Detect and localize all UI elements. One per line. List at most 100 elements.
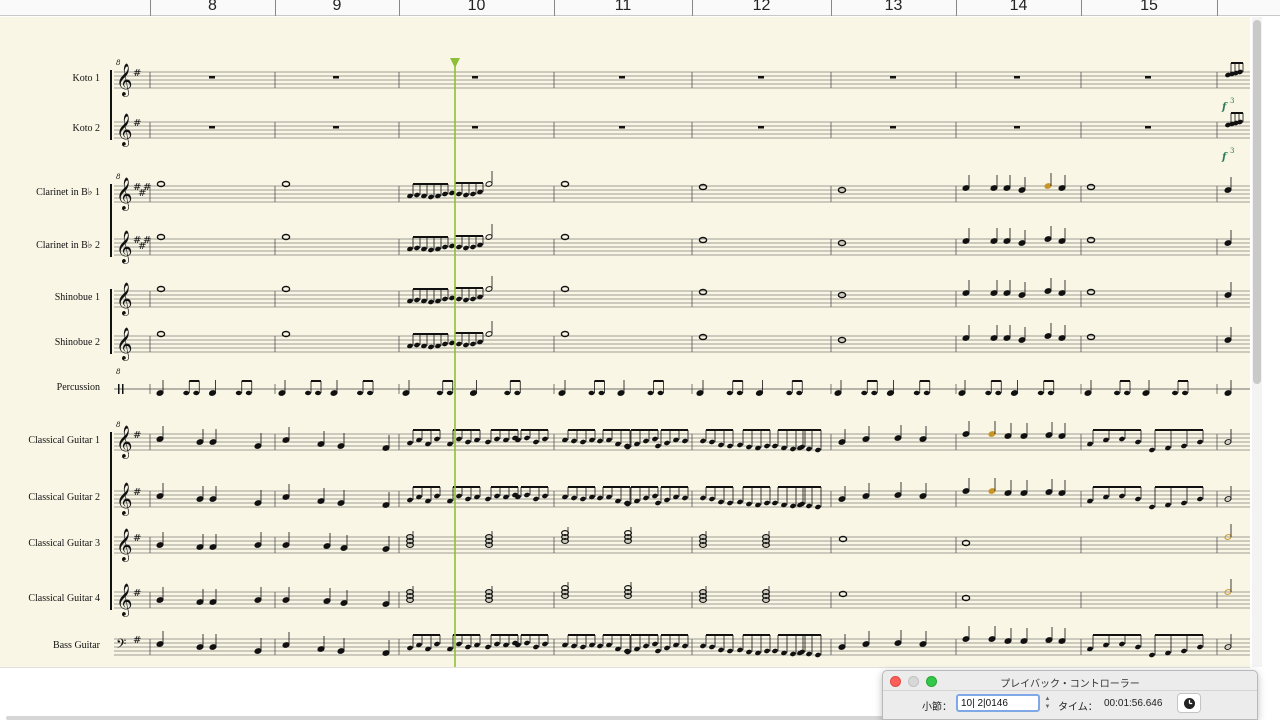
note-head bbox=[524, 492, 530, 498]
clock-button[interactable] bbox=[1177, 693, 1201, 713]
playback-controller-window[interactable]: プレイバック・コントローラー 小節： ▲▼ タイム： 00:01:56.646 bbox=[882, 670, 1258, 720]
whole-note bbox=[698, 288, 708, 296]
ruler-measure-number[interactable]: 12 bbox=[753, 0, 771, 15]
note-head bbox=[183, 390, 190, 396]
measure-ruler[interactable]: 8 9 10 11 12 13 14 15 bbox=[0, 0, 1280, 16]
note-head bbox=[470, 244, 476, 250]
note-head bbox=[1119, 493, 1125, 499]
staff-name-label: Shinobue 1 bbox=[54, 292, 100, 303]
vertical-scrollbar[interactable] bbox=[1252, 17, 1262, 667]
note-head bbox=[442, 244, 448, 250]
note-head bbox=[764, 648, 770, 654]
note-head bbox=[700, 438, 706, 444]
sharp-icon: # bbox=[133, 635, 141, 646]
note-head bbox=[494, 436, 500, 442]
measure-stepper[interactable]: ▲ ▼ bbox=[1043, 695, 1052, 712]
note-head bbox=[652, 641, 658, 647]
staff-name-label: Clarinet in B♭ 2 bbox=[36, 240, 100, 251]
note-head bbox=[664, 645, 670, 651]
whole-rest bbox=[333, 126, 339, 129]
time-label: タイム： bbox=[1058, 702, 1098, 713]
note-head bbox=[456, 341, 462, 347]
note-head bbox=[1197, 496, 1203, 502]
ruler-measure-number[interactable]: 11 bbox=[615, 0, 632, 15]
note-head bbox=[597, 643, 603, 649]
note-head bbox=[643, 643, 649, 649]
note-head bbox=[806, 651, 812, 657]
dynamic-mark: f bbox=[1221, 102, 1228, 113]
sharp-icon: # bbox=[133, 118, 141, 129]
horizontal-scroll-thumb[interactable] bbox=[6, 716, 906, 720]
note-head bbox=[655, 648, 661, 654]
whole-note bbox=[1086, 183, 1096, 191]
sharp-icon: # bbox=[133, 533, 141, 544]
note-head bbox=[542, 641, 548, 647]
note-head bbox=[737, 442, 743, 448]
note-head bbox=[571, 438, 577, 444]
note-head bbox=[1047, 390, 1054, 396]
note-head bbox=[463, 192, 469, 198]
tuplet-mark: 3 bbox=[1230, 97, 1234, 105]
staff-name-label: Koto 1 bbox=[72, 73, 101, 84]
whole-note bbox=[698, 236, 708, 244]
whole-note bbox=[698, 183, 708, 191]
note-head bbox=[1149, 447, 1155, 453]
note-head bbox=[542, 436, 548, 442]
note-head bbox=[588, 390, 595, 396]
staff-name-label: Classical Guitar 3 bbox=[28, 538, 100, 549]
note-head bbox=[494, 641, 500, 647]
ruler-measure-number[interactable]: 15 bbox=[1140, 0, 1158, 15]
ruler-tick bbox=[831, 0, 832, 16]
note-head bbox=[1119, 436, 1125, 442]
ruler-tick bbox=[150, 0, 151, 16]
panel-title: プレイバック・コントローラー bbox=[1000, 679, 1140, 690]
note-head bbox=[428, 247, 434, 253]
note-head bbox=[786, 390, 793, 396]
ruler-measure-number[interactable]: 10 bbox=[468, 0, 486, 15]
note-head bbox=[305, 390, 311, 396]
note-head bbox=[598, 390, 605, 396]
treble-clef-icon: 𝄞 bbox=[116, 583, 133, 617]
note-head bbox=[485, 496, 491, 502]
staff-name-label: Bass Guitar bbox=[53, 640, 100, 651]
note-head bbox=[1119, 641, 1125, 647]
note-head bbox=[772, 648, 778, 654]
note-head bbox=[682, 495, 688, 501]
note-head bbox=[790, 503, 796, 509]
note-head bbox=[428, 344, 434, 350]
octave-mark: 8 bbox=[116, 173, 121, 181]
score-page[interactable]: 𝄞 # 𝄞 # 𝄞 # # # 𝄞 # # # 𝄞 𝄞 𝄞 # 𝄞 # 𝄞 # 𝄞 # 𝄢 #8 8 8 8 f 3 f 3 Koto 1K… bbox=[0, 17, 1250, 667]
treble-clef-icon: 𝄞 bbox=[116, 327, 133, 361]
clock-icon bbox=[1184, 698, 1195, 709]
note-head bbox=[442, 296, 448, 302]
note-head bbox=[746, 501, 752, 507]
score-canvas[interactable]: 𝄞 #𝄞 #𝄞 ###𝄞 ###𝄞𝄞𝄞 #𝄞 #𝄞 #𝄞 #𝄢 #8888f3f3 bbox=[0, 17, 1250, 667]
treble-clef-icon: 𝄞 bbox=[116, 528, 133, 562]
ruler-measure-number[interactable]: 9 bbox=[333, 0, 342, 15]
measure-position-input[interactable] bbox=[956, 694, 1040, 712]
note-head bbox=[1149, 504, 1155, 510]
note-head bbox=[407, 497, 413, 503]
note-head bbox=[727, 648, 733, 654]
note-head bbox=[456, 493, 462, 499]
note-head bbox=[367, 390, 373, 396]
note-head bbox=[1135, 644, 1141, 650]
staff-name-label: Shinobue 2 bbox=[54, 337, 100, 348]
ruler-measure-number[interactable]: 8 bbox=[208, 0, 217, 15]
sharp-icon: # bbox=[133, 68, 141, 79]
whole-rest bbox=[1145, 76, 1151, 79]
whole-rest bbox=[1014, 76, 1020, 79]
note-head bbox=[1135, 496, 1141, 502]
vertical-scroll-thumb[interactable] bbox=[1253, 20, 1261, 384]
panel-titlebar[interactable]: プレイバック・コントローラー bbox=[883, 671, 1257, 691]
note-head bbox=[580, 644, 586, 650]
ruler-measure-number[interactable]: 13 bbox=[885, 0, 903, 15]
ruler-measure-number[interactable]: 14 bbox=[1010, 0, 1028, 15]
note-head bbox=[700, 643, 706, 649]
note-head bbox=[414, 192, 420, 198]
octave-mark: 8 bbox=[116, 368, 121, 376]
note-head bbox=[456, 244, 462, 250]
note-head bbox=[985, 390, 992, 396]
note-head bbox=[737, 647, 743, 653]
treble-clef-icon: 𝄞 bbox=[116, 425, 133, 459]
